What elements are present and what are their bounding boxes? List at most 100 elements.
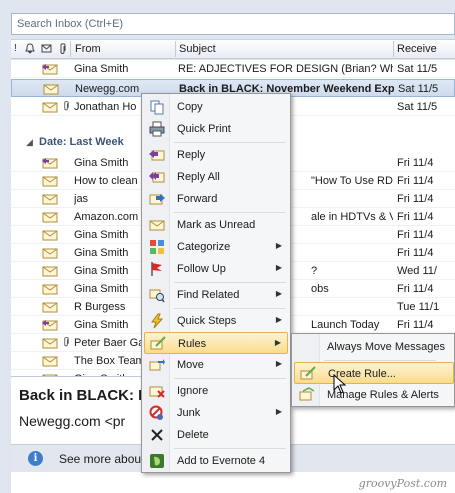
column-separator [393, 41, 394, 57]
message-received: Fri 11/4 [397, 283, 434, 295]
menu-item-delete[interactable]: Delete [144, 424, 288, 446]
menu-item-always-move[interactable]: Always Move Messages [294, 336, 454, 358]
menu-item-mark-unread[interactable]: Mark as Unread [144, 214, 288, 236]
envelope-replied-icon [42, 320, 58, 331]
menu-label: Copy [177, 101, 203, 113]
envelope-icon [42, 338, 58, 349]
printer-icon [149, 121, 165, 137]
manage-rules-icon [299, 387, 315, 401]
submenu-arrow-icon: ▶ [275, 407, 282, 416]
collapse-triangle-icon[interactable]: ◢ [26, 137, 33, 148]
junk-icon [149, 405, 163, 420]
forward-icon [149, 194, 165, 205]
subject-column-header[interactable]: Subject [179, 43, 216, 55]
menu-item-copy[interactable]: Copy [144, 96, 288, 118]
envelope-replied-icon [42, 64, 58, 75]
menu-label: Forward [177, 193, 218, 205]
menu-item-ignore[interactable]: Ignore [144, 380, 288, 402]
info-bar-text[interactable]: See more about [59, 452, 144, 466]
attachment-column-icon[interactable] [59, 43, 67, 58]
message-received: Fri 11/4 [397, 229, 434, 241]
menu-item-categorize[interactable]: Categorize ▶ [144, 236, 288, 258]
message-received: Fri 11/4 [397, 193, 434, 205]
menu-item-follow-up[interactable]: Follow Up ▶ [144, 258, 288, 280]
menu-separator [174, 282, 286, 283]
menu-label: Quick Steps [177, 315, 237, 327]
find-related-icon [149, 289, 165, 303]
envelope-icon [42, 176, 58, 187]
preview-sender: Newegg.com <pr [19, 413, 126, 429]
message-received: Sat 11/5 [397, 63, 438, 75]
message-received: Sat 11/5 [397, 101, 438, 113]
attachment-icon [63, 336, 70, 351]
message-received: Fri 11/4 [397, 211, 434, 223]
watermark: groovyPost.com [358, 477, 447, 490]
envelope-icon [42, 212, 58, 223]
submenu-arrow-icon: ▶ [274, 338, 281, 347]
menu-label: Reply All [177, 171, 220, 183]
create-rule-icon [300, 366, 316, 380]
message-subject: "How To Use RD... [311, 175, 393, 187]
menu-item-quick-steps[interactable]: Quick Steps ▶ [144, 310, 288, 332]
message-received: Fri 11/4 [397, 247, 434, 259]
message-subject: RE: ADJECTIVES FOR DESIGN (Brian? Wh... [178, 63, 393, 75]
message-subject: ale in HDTVs & Vi... [311, 211, 393, 223]
message-subject: Launch Today [311, 319, 380, 331]
envelope-icon [42, 302, 58, 313]
menu-item-rules[interactable]: Rules ▶ [144, 332, 288, 354]
menu-item-find-related[interactable]: Find Related ▶ [144, 284, 288, 306]
column-separator [70, 41, 71, 57]
menu-item-create-rule[interactable]: Create Rule... [294, 362, 454, 384]
menu-separator [324, 360, 436, 361]
menu-item-junk[interactable]: Junk ▶ [144, 402, 288, 424]
reply-icon [149, 150, 165, 161]
outlook-window: Search Inbox (Ctrl+E) ! From Subject Rec… [0, 0, 455, 493]
preview-title: Back in BLACK: N [19, 387, 150, 404]
reply-all-icon [149, 172, 165, 183]
importance-column-icon[interactable]: ! [14, 43, 17, 54]
categorize-icon [150, 240, 164, 254]
menu-item-reply[interactable]: Reply [144, 144, 288, 166]
menu-item-quick-print[interactable]: Quick Print [144, 118, 288, 140]
envelope-icon [42, 356, 58, 367]
lightning-icon [151, 313, 164, 329]
menu-label: Mark as Unread [177, 219, 256, 231]
delete-x-icon [151, 429, 163, 441]
ignore-icon [149, 386, 165, 398]
icon-column-icon[interactable] [41, 43, 52, 56]
move-icon [149, 359, 165, 371]
copy-icon [150, 100, 164, 115]
menu-item-move[interactable]: Move ▶ [144, 354, 288, 376]
message-from: Gina Smith [74, 63, 129, 75]
envelope-replied-icon [42, 158, 58, 169]
flag-icon [151, 262, 162, 276]
context-menu: Copy Quick Print Reply Reply All Forward… [141, 93, 291, 473]
envelope-icon [42, 266, 58, 277]
envelope-icon [42, 194, 58, 205]
submenu-arrow-icon: ▶ [275, 241, 282, 250]
received-column-header[interactable]: Receive [397, 43, 437, 55]
from-column-header[interactable]: From [75, 43, 101, 55]
envelope-icon [42, 248, 58, 259]
menu-item-add-to-evernote[interactable]: Add to Evernote 4 [144, 450, 288, 472]
reminder-column-icon[interactable] [25, 43, 35, 57]
menu-label: Rules [178, 338, 207, 350]
message-subject: ? [311, 265, 318, 277]
message-received: Fri 11/4 [397, 175, 434, 187]
envelope-icon [42, 284, 58, 295]
menu-separator [174, 142, 286, 143]
column-header: ! From Subject Receive [11, 39, 455, 59]
menu-label: Ignore [177, 385, 209, 397]
search-input[interactable]: Search Inbox (Ctrl+E) [11, 13, 455, 35]
message-subject: obs [311, 283, 329, 295]
search-placeholder: Search Inbox (Ctrl+E) [17, 18, 124, 30]
rules-submenu: Always Move Messages Create Rule... Mana… [291, 333, 455, 407]
menu-label: Categorize [177, 241, 231, 253]
message-row[interactable]: Gina Smith RE: ADJECTIVES FOR DESIGN (Br… [11, 60, 455, 78]
menu-item-forward[interactable]: Forward [144, 188, 288, 210]
menu-item-reply-all[interactable]: Reply All [144, 166, 288, 188]
menu-item-manage-rules[interactable]: Manage Rules & Alerts [294, 384, 454, 406]
message-received: Fri 11/4 [397, 157, 434, 169]
menu-separator [174, 308, 286, 309]
menu-label: Always Move Messages [327, 341, 445, 353]
